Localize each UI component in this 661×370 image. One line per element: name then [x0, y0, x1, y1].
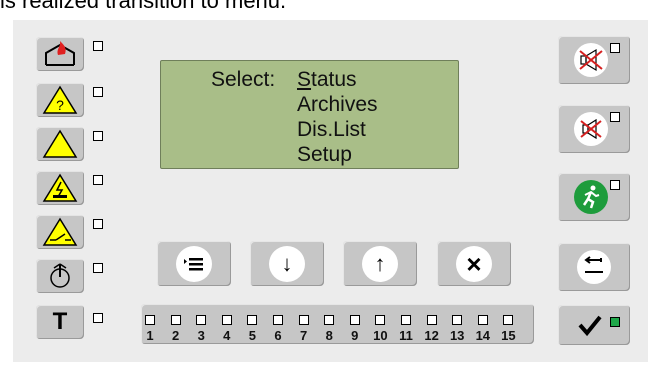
zone-number-13: 13	[449, 328, 465, 343]
zone-number-5: 5	[248, 328, 256, 343]
evacuate-led	[610, 180, 620, 190]
zone-led-3	[196, 315, 207, 325]
fire-alarm-button[interactable]	[36, 37, 84, 71]
lcd-display: Select: Status Archives Dis.List Setup	[160, 60, 459, 169]
general-warning-led	[93, 131, 103, 141]
fire-alarm-led	[93, 41, 103, 51]
lcd-prompt: Select:	[211, 68, 276, 91]
warning-lightning-icon	[42, 173, 78, 202]
power-standby-led	[93, 263, 103, 273]
zone-led-10	[375, 315, 386, 325]
warning-switch-icon	[42, 217, 78, 246]
test-mode-led	[93, 313, 103, 323]
general-warning-button[interactable]	[36, 127, 84, 161]
zone-number-11: 11	[399, 328, 413, 343]
acknowledge-led	[610, 317, 620, 327]
zone-number-8: 8	[325, 328, 333, 343]
zone-led-11	[401, 315, 411, 325]
menu-item-status[interactable]: Status	[297, 68, 357, 92]
menu-icon	[176, 246, 212, 282]
acknowledge-button[interactable]	[558, 305, 630, 345]
menu-item-status-label: tatus	[311, 68, 357, 91]
running-man-icon	[574, 180, 608, 214]
buzzer-mute-icon	[574, 112, 608, 146]
close-icon: ×	[456, 246, 492, 282]
return-arrow-icon	[577, 250, 611, 284]
zone-led-12	[426, 315, 437, 325]
menu-button[interactable]	[157, 241, 231, 286]
svg-text:?: ?	[56, 97, 64, 113]
zone-led-1	[145, 315, 155, 325]
warning-triangle-icon	[42, 129, 78, 158]
unknown-fault-button[interactable]: ?	[36, 83, 84, 117]
warning-question-icon: ?	[42, 85, 78, 114]
house-fire-icon	[45, 41, 75, 66]
test-mode-button[interactable]: T	[36, 305, 84, 339]
power-standby-button[interactable]	[36, 259, 84, 293]
zone-led-5	[247, 315, 258, 325]
zone-number-4: 4	[223, 328, 231, 343]
zone-led-13	[452, 315, 463, 325]
menu-item-setup[interactable]: Setup	[297, 143, 352, 167]
zone-number-1: 1	[146, 328, 154, 343]
arrow-down-icon: ↓	[269, 246, 305, 282]
power-fault-button[interactable]	[36, 171, 84, 205]
silence-sounder-button[interactable]	[558, 36, 630, 84]
back-button[interactable]	[558, 243, 630, 291]
menu-item-archives[interactable]: Archives	[297, 93, 378, 117]
switch-fault-led	[93, 219, 103, 229]
zone-led-4	[221, 315, 232, 325]
zone-number-7: 7	[299, 328, 308, 343]
cancel-button[interactable]: ×	[437, 241, 511, 286]
evacuate-button[interactable]	[558, 173, 630, 221]
zone-number-6: 6	[274, 328, 282, 343]
up-button[interactable]: ↑	[343, 241, 417, 286]
zone-led-8	[324, 315, 335, 325]
arrow-up-icon: ↑	[362, 246, 398, 282]
power-fault-led	[93, 175, 103, 185]
zone-number-9: 9	[351, 328, 359, 343]
caption-text: is realized transition to menu.	[0, 0, 287, 13]
menu-item-dis-list[interactable]: Dis.List	[297, 118, 366, 142]
down-button[interactable]: ↓	[250, 241, 324, 286]
zone-number-14: 14	[475, 328, 491, 343]
speaker-mute-icon	[574, 43, 608, 77]
silence-buzzer-led	[610, 112, 620, 122]
silence-sounder-led	[610, 43, 620, 53]
zone-led-7	[298, 315, 309, 325]
zone-number-15: 15	[501, 328, 516, 343]
unknown-fault-led	[93, 87, 103, 97]
zone-led-2	[170, 315, 181, 325]
zone-indicator-strip: 1 2 3 4 5 6 7 8 9 10 11 12 13 14 15	[141, 304, 534, 344]
zone-number-2: 2	[171, 328, 180, 343]
zone-led-15	[503, 315, 514, 325]
menu-item-status-hotkey: S	[297, 68, 312, 91]
silence-buzzer-button[interactable]	[558, 105, 630, 153]
zone-number-12: 12	[424, 328, 439, 343]
zone-number-3: 3	[197, 328, 205, 343]
zone-number-10: 10	[373, 328, 388, 343]
switch-fault-button[interactable]	[36, 215, 84, 249]
test-mode-label: T	[52, 308, 68, 335]
power-icon	[50, 263, 70, 288]
zone-led-14	[477, 315, 488, 325]
zone-led-6	[273, 315, 283, 325]
zone-led-9	[349, 315, 360, 325]
